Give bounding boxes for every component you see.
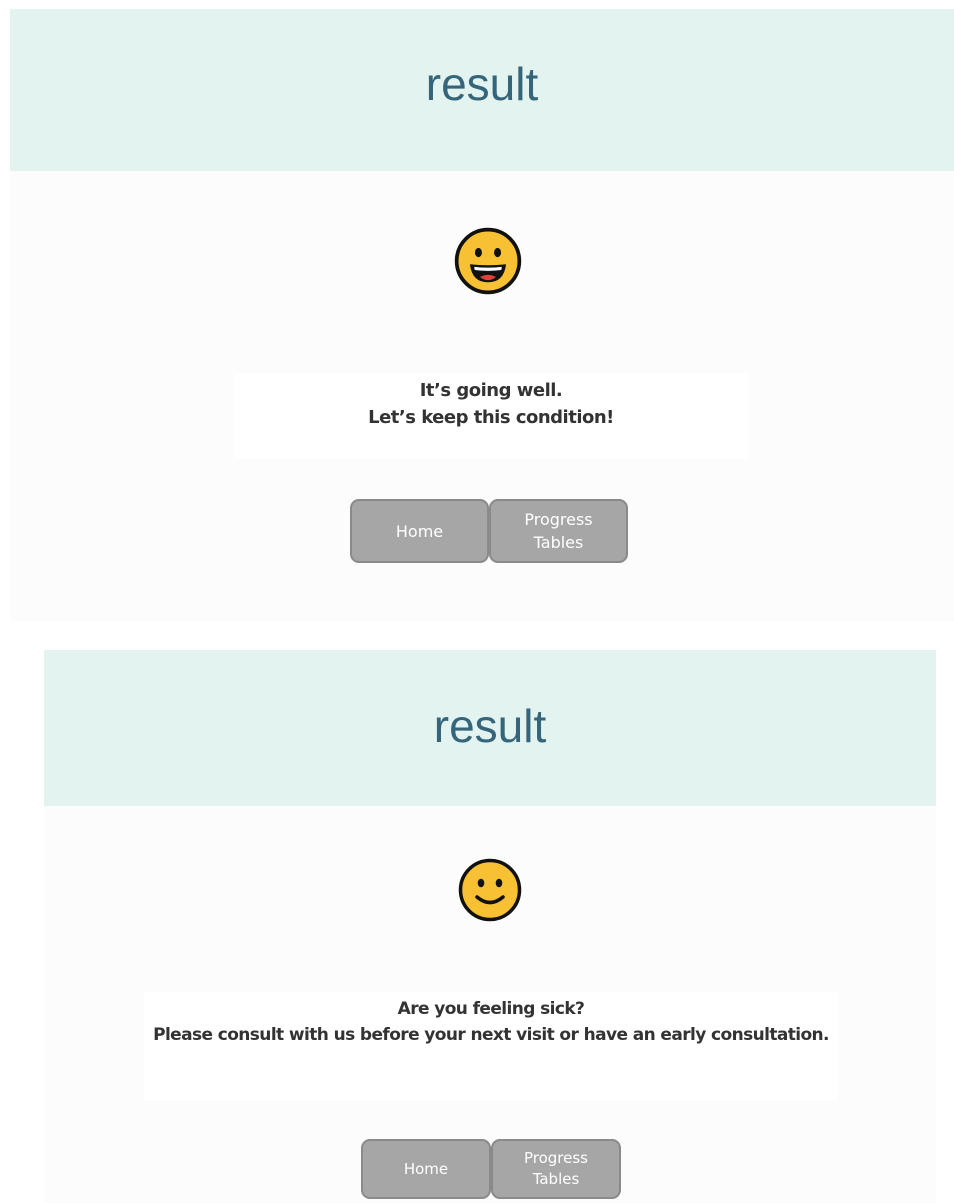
page-title: result <box>425 58 539 110</box>
home-button-label: Home <box>403 1159 449 1178</box>
message-line-1: It’s going well. <box>419 380 563 401</box>
progress-tables-button-label: Progress Tables <box>523 1149 588 1188</box>
message-line-1: Are you feeling sick? <box>397 999 585 1019</box>
message-line-2: Let’s keep this condition! <box>368 407 614 428</box>
progress-tables-button-label: Progress Tables <box>524 510 593 552</box>
action-buttons: Home Progress Tables <box>361 1139 621 1199</box>
home-button[interactable]: Home <box>361 1139 491 1199</box>
result-screen-consult: result Are you feeling sick? Please cons… <box>44 650 936 1203</box>
action-buttons: Home Progress Tables <box>350 499 628 563</box>
page-title: result <box>433 700 547 752</box>
message-line-2: Please consult with us before your next … <box>153 1025 829 1045</box>
result-message: It’s going well. Let’s keep this conditi… <box>234 373 748 459</box>
home-button-label: Home <box>395 521 444 541</box>
header-banner: result <box>44 650 936 806</box>
home-button[interactable]: Home <box>350 499 489 563</box>
result-message: Are you feeling sick? Please consult wit… <box>144 992 838 1100</box>
progress-tables-button[interactable]: Progress Tables <box>489 499 628 563</box>
grinning-face-icon <box>454 227 522 295</box>
slightly-smiling-face-icon <box>458 858 522 922</box>
result-screen-good: result It’s going well. Let’s keep this … <box>10 9 954 621</box>
header-banner: result <box>10 9 954 171</box>
progress-tables-button[interactable]: Progress Tables <box>491 1139 621 1199</box>
